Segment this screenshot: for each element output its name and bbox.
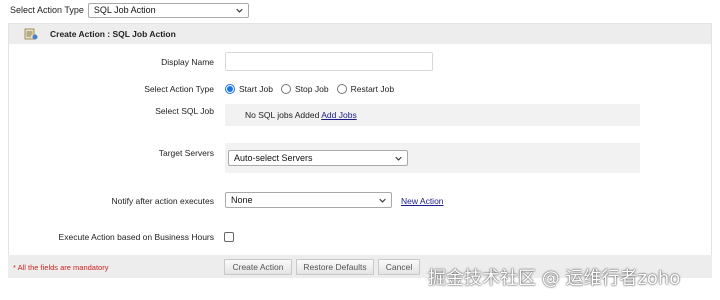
page-title: Create Action : SQL Job Action (50, 29, 176, 39)
notify-label: Notify after action executes (111, 196, 214, 206)
radio-start-job-label: Start Job (239, 84, 274, 94)
add-jobs-link[interactable]: Add Jobs (321, 110, 356, 120)
sql-job-label: Select SQL Job (155, 106, 214, 116)
sql-job-box: No SQL jobs Added Add Jobs (225, 104, 640, 126)
display-name-label: Display Name (161, 57, 214, 67)
action-type-radio-group: Start Job Stop Job Restart Job (225, 84, 402, 94)
radio-stop-job-control[interactable] (281, 84, 292, 94)
chevron-down-icon (379, 198, 386, 203)
create-action-button[interactable]: Create Action (224, 259, 292, 275)
cancel-button[interactable]: Cancel (378, 259, 420, 275)
watermark: 掘金技术社区 @ 运维行者zoho (428, 268, 681, 289)
radio-start-job-control[interactable] (225, 84, 235, 94)
action-type-row: Select Action Type SQL Job Action (10, 2, 249, 18)
sql-job-message: No SQL jobs Added Add Jobs (245, 110, 357, 120)
radio-stop-job-label: Stop Job (295, 84, 329, 94)
radio-stop-job[interactable]: Stop Job (281, 84, 329, 94)
target-servers-select[interactable]: Auto-select Servers (228, 150, 408, 166)
sql-job-empty-text: No SQL jobs Added (245, 110, 320, 120)
radio-restart-job-control[interactable] (336, 84, 347, 94)
action-type-label: Select Action Type (10, 5, 84, 15)
action-type-select[interactable]: SQL Job Action (87, 2, 249, 18)
target-servers-label: Target Servers (158, 148, 214, 158)
business-hours-checkbox[interactable] (224, 232, 234, 242)
action-type-value: SQL Job Action (93, 5, 156, 15)
chevron-down-icon (236, 8, 243, 13)
notify-select[interactable]: None (225, 192, 392, 208)
radio-restart-job[interactable]: Restart Job (336, 84, 395, 94)
radio-restart-job-label: Restart Job (350, 84, 395, 94)
display-name-input[interactable] (225, 52, 433, 71)
new-action-link[interactable]: New Action (401, 196, 444, 206)
chevron-down-icon (395, 156, 402, 161)
target-servers-box: Auto-select Servers (225, 143, 640, 173)
target-servers-value: Auto-select Servers (234, 153, 313, 163)
notify-value: None (231, 195, 253, 205)
panel-header: Create Action : SQL Job Action (9, 24, 711, 44)
job-action-icon (24, 28, 38, 40)
mandatory-note: * All the fields are mandatory (13, 263, 109, 272)
business-hours-label: Execute Action based on Business Hours (58, 232, 214, 242)
radio-start-job[interactable]: Start Job (225, 84, 273, 94)
restore-defaults-button[interactable]: Restore Defaults (296, 259, 374, 275)
radio-action-type-label: Select Action Type (144, 84, 214, 94)
